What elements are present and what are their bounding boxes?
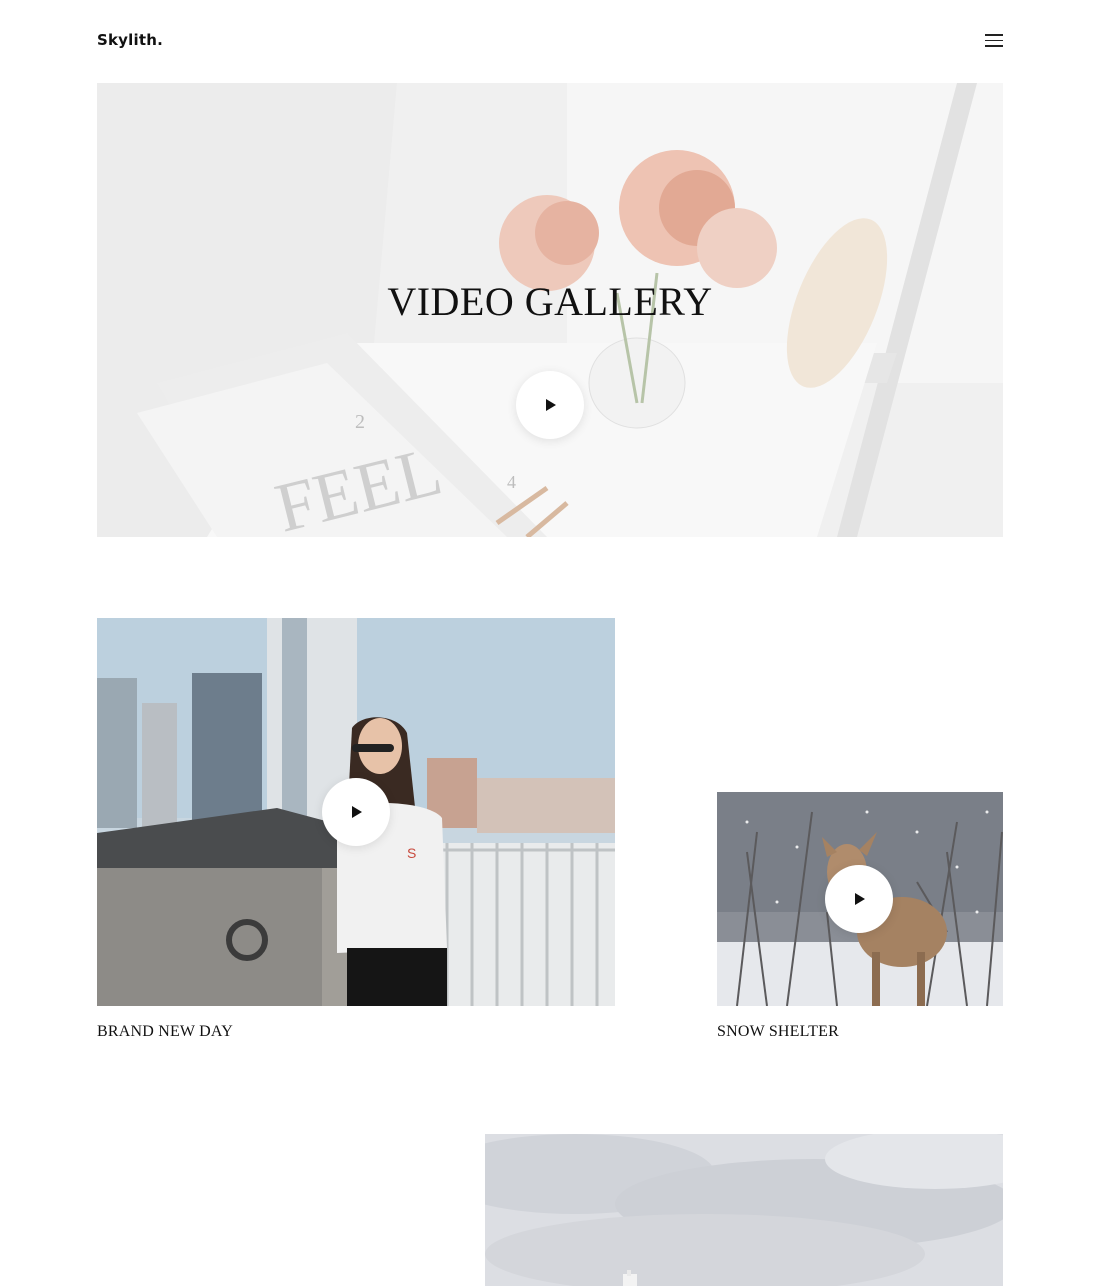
video-thumbnail-cloudy-sky[interactable] xyxy=(485,1134,1003,1286)
play-icon xyxy=(546,399,556,411)
menu-line xyxy=(985,34,1003,36)
menu-line xyxy=(985,45,1003,47)
video-title-snow-shelter[interactable]: SNOW SHELTER xyxy=(717,1023,839,1041)
svg-text:4: 4 xyxy=(507,472,516,492)
play-icon xyxy=(352,806,362,818)
menu-line xyxy=(985,39,1003,41)
hero-play-button[interactable] xyxy=(516,371,584,439)
video-thumbnail-brand-new-day[interactable]: S xyxy=(97,618,615,1006)
page-title: VIDEO GALLERY xyxy=(387,279,713,324)
cloudy-sky-image xyxy=(485,1134,1003,1286)
site-header: Skylith. xyxy=(97,28,1003,54)
svg-text:2: 2 xyxy=(355,411,365,433)
play-icon xyxy=(855,893,865,905)
svg-text:S: S xyxy=(407,845,416,861)
video-title-brand-new-day[interactable]: BRAND NEW DAY xyxy=(97,1023,233,1041)
hamburger-menu-icon[interactable] xyxy=(985,33,1003,47)
play-button[interactable] xyxy=(825,865,893,933)
play-button[interactable] xyxy=(322,778,390,846)
video-thumbnail-snow-shelter[interactable] xyxy=(717,792,1003,1006)
hero-banner: FEEL 2 4 VIDEO GALLERY xyxy=(97,83,1003,537)
site-logo[interactable]: Skylith. xyxy=(97,31,163,49)
